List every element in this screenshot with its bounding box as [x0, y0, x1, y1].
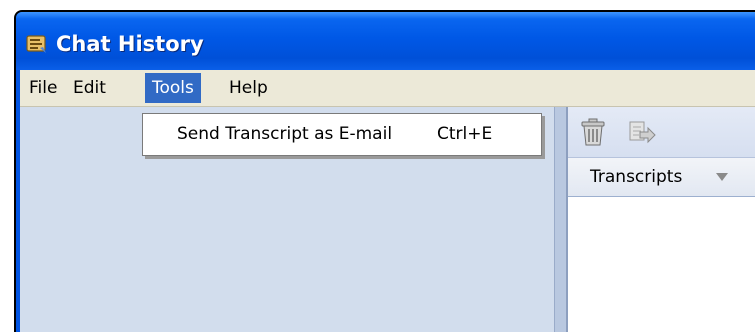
chat-history-icon — [26, 35, 46, 53]
tools-menu-dropdown: Send Transcript as E-mail Ctrl+E — [142, 113, 542, 156]
menu-help[interactable]: Help — [222, 73, 275, 103]
pane-splitter[interactable] — [554, 107, 568, 332]
export-icon[interactable] — [624, 116, 658, 148]
transcripts-pane: Transcripts — [568, 107, 755, 332]
window-title: Chat History — [56, 32, 204, 56]
menu-file[interactable]: File — [22, 73, 64, 103]
transcripts-label: Transcripts — [590, 167, 683, 187]
menu-bar: File Edit Tools Help — [20, 70, 755, 107]
menu-edit[interactable]: Edit — [66, 73, 113, 103]
send-transcript-email-item[interactable]: Send Transcript as E-mail — [177, 114, 392, 154]
title-bar[interactable]: Chat History — [16, 12, 755, 70]
chat-history-window: Chat History File Edit Tools Help Transc… — [14, 10, 755, 332]
trash-icon[interactable] — [576, 116, 610, 148]
send-transcript-shortcut: Ctrl+E — [437, 124, 493, 144]
sort-arrow-icon[interactable] — [716, 173, 728, 181]
toolbar — [568, 107, 755, 158]
transcripts-column-header[interactable]: Transcripts — [568, 158, 755, 197]
menu-tools[interactable]: Tools — [145, 73, 201, 103]
